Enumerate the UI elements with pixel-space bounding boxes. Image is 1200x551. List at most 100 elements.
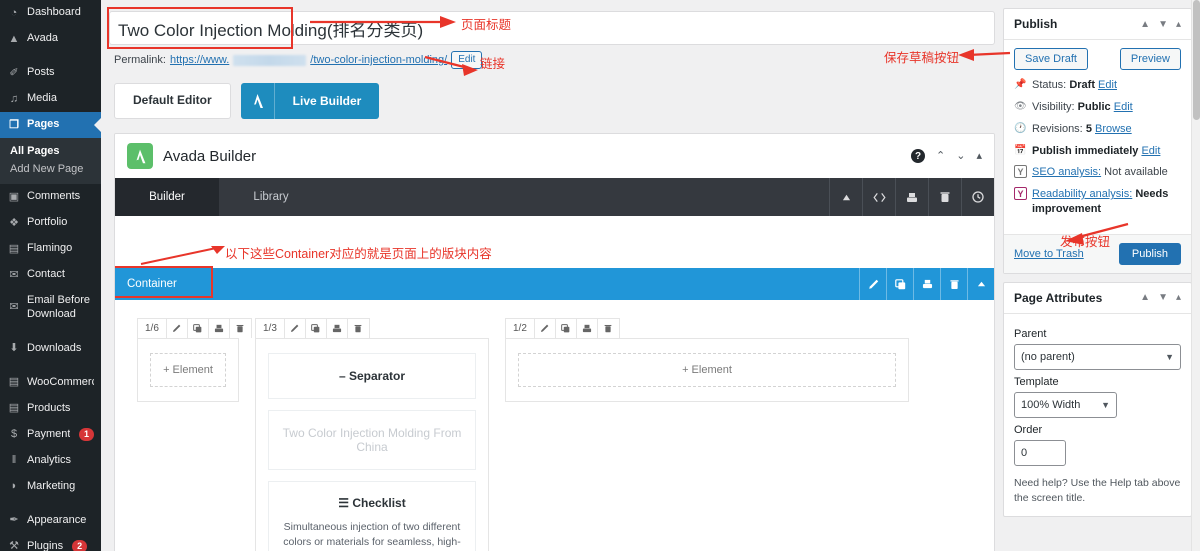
permalink-edit-button[interactable]: Edit [451,51,483,69]
sidebar-item-appearance[interactable]: ✒ Appearance [0,508,101,534]
seo-analysis-row: Y SEO analysis: Not available [1014,165,1181,180]
edit-pencil-icon[interactable] [859,268,886,300]
readability-analysis-label[interactable]: Readability analysis: [1032,188,1132,200]
avada-builder-title: Avada Builder [163,147,257,165]
clone-icon[interactable] [306,319,327,338]
sidebar-badge: 1 [78,427,94,442]
permalink-slug[interactable]: /two-color-injection-molding/ [310,54,447,66]
sidebar-item-portfolio[interactable]: ❖ Portfolio [0,210,101,236]
edit-pencil-icon[interactable] [285,319,306,338]
save-icon[interactable] [209,319,230,338]
permalink-prefix[interactable]: https://www. [170,54,229,66]
default-editor-button[interactable]: Default Editor [114,83,231,119]
sidebar-item-flamingo[interactable]: ▤ Flamingo [0,236,101,262]
sidebar-item-marketing[interactable]: ◗ Marketing [0,474,101,500]
editor-main: Two Color Injection Molding(排名分类页) Perma… [101,0,1000,551]
live-builder-button[interactable]: Live Builder [240,83,380,119]
save-icon[interactable] [577,319,598,338]
collapse-icon[interactable] [967,268,994,300]
column-toolbar: 1/6 [137,318,252,338]
schedule-edit-link[interactable]: Edit [1141,145,1160,157]
sidebar-item-email-before-download[interactable]: ✉ Email Before Download [0,288,101,328]
sidebar-item-avada[interactable]: ▲ Avada [0,26,101,52]
page-attributes-title: Page Attributes [1014,290,1103,305]
trash-icon[interactable] [928,178,961,216]
add-element-placeholder[interactable]: + Element [150,353,226,387]
publish-button[interactable]: Publish [1118,242,1181,265]
sidebar-item-media[interactable]: ♫ Media [0,86,101,112]
clone-icon[interactable] [556,319,577,338]
save-draft-button[interactable]: Save Draft [1014,48,1088,70]
sidebar-divider [0,500,101,508]
trash-icon[interactable] [598,319,619,338]
container-label-wrap: Container [115,266,213,300]
tab-library[interactable]: Library [219,178,323,216]
chevron-up-icon[interactable]: ⌃ [936,150,945,162]
order-input[interactable]: 0 [1014,439,1066,466]
column-body: – Separator Two Color Injection Molding F… [255,338,489,551]
sidebar-item-payments[interactable]: $ Payments 1 [0,422,101,448]
sidebar-item-woocommerce[interactable]: ▤ WooCommerce [0,370,101,396]
collapse-icon[interactable]: ▴ [1176,19,1181,30]
sidebar-item-products[interactable]: ▤ Products [0,396,101,422]
column-fraction-label: 1/3 [256,319,285,338]
template-select[interactable]: 100% Width ▼ [1014,391,1117,418]
revisions-browse-link[interactable]: Browse [1095,123,1132,135]
permalink-row: Permalink: https://www. /two-color-injec… [114,51,992,69]
status-edit-link[interactable]: Edit [1098,79,1117,91]
trash-icon[interactable] [348,319,369,338]
clone-icon[interactable] [886,268,913,300]
chevron-up-icon[interactable]: ▲ [1140,19,1150,30]
save-icon[interactable] [327,319,348,338]
clone-icon[interactable] [188,319,209,338]
seo-analysis-label[interactable]: SEO analysis: [1032,166,1101,178]
parent-select[interactable]: (no parent) ▼ [1014,343,1181,370]
chevron-down-icon[interactable]: ▼ [1158,19,1168,30]
sidebar-item-posts[interactable]: ✐ Posts [0,60,101,86]
builder-element[interactable]: Two Color Injection Molding From China [268,410,476,470]
visibility-edit-link[interactable]: Edit [1114,101,1133,113]
history-icon[interactable] [961,178,994,216]
sidebar-item-dashboard[interactable]: ◔ Dashboard [0,0,101,26]
sidebar-item-downloads[interactable]: ⬇ Downloads [0,336,101,362]
collapse-icon[interactable]: ▴ [1176,292,1181,303]
sidebar-item-pages[interactable]: ❐ Pages [0,112,101,138]
code-icon[interactable] [862,178,895,216]
sidebar-item-comments[interactable]: ▣ Comments [0,184,101,210]
edit-pencil-icon[interactable] [167,319,188,338]
column-body: + Element [137,338,239,402]
sidebar-item-plugins[interactable]: ⚒ Plugins 2 [0,534,101,551]
admin-sidebar: ◔ Dashboard ▲ Avada ✐ Posts ♫ Media ❐ Pages All Pa… [0,0,101,551]
column-toolbar: 1/2 [505,318,620,338]
page-title-input[interactable]: Two Color Injection Molding(排名分类页) [109,11,995,45]
checklist-element[interactable]: ☰ Checklist Simultaneous injection of two… [268,481,476,551]
page-scrollbar[interactable] [1191,0,1200,551]
save-icon[interactable] [895,178,928,216]
checklist-title: Checklist [352,496,406,510]
sidebar-item-contact[interactable]: ✉ Contact [0,262,101,288]
tab-builder[interactable]: Builder [115,178,219,216]
chevron-up-icon[interactable]: ▲ [1140,292,1150,303]
chevron-down-icon[interactable]: ⌄ [956,150,965,162]
scrollbar-thumb[interactable] [1193,0,1200,120]
builder-column: 1/3 – Separator Two Color Injection Moldin… [247,318,497,551]
add-element-placeholder[interactable]: + Element [518,353,896,387]
edit-pencil-icon[interactable] [535,319,556,338]
collapse-all-icon[interactable] [829,178,862,216]
trash-icon[interactable] [940,268,967,300]
collapse-icon[interactable]: ▴ [976,150,982,162]
builder-element[interactable]: – Separator [268,353,476,399]
sidebar-subitem-add-new-page[interactable]: Add New Page [0,160,101,178]
eye-icon: 👁 [1014,100,1027,112]
save-icon[interactable] [913,268,940,300]
chevron-down-icon[interactable]: ▼ [1158,292,1168,303]
container-bar[interactable]: Container [115,266,994,300]
sidebar-item-analytics[interactable]: ‖ Analytics [0,448,101,474]
avada-icon: ▲ [8,32,20,45]
plugins-icon: ⚒ [9,540,19,551]
help-icon[interactable]: ? [911,149,926,163]
builder-column: 1/6 + Element [129,318,252,402]
sidebar-subitem-all-pages[interactable]: All Pages [0,142,101,160]
preview-button[interactable]: Preview [1119,48,1181,70]
page-title-text: Two Color Injection Molding(排名分类页) [118,20,424,40]
